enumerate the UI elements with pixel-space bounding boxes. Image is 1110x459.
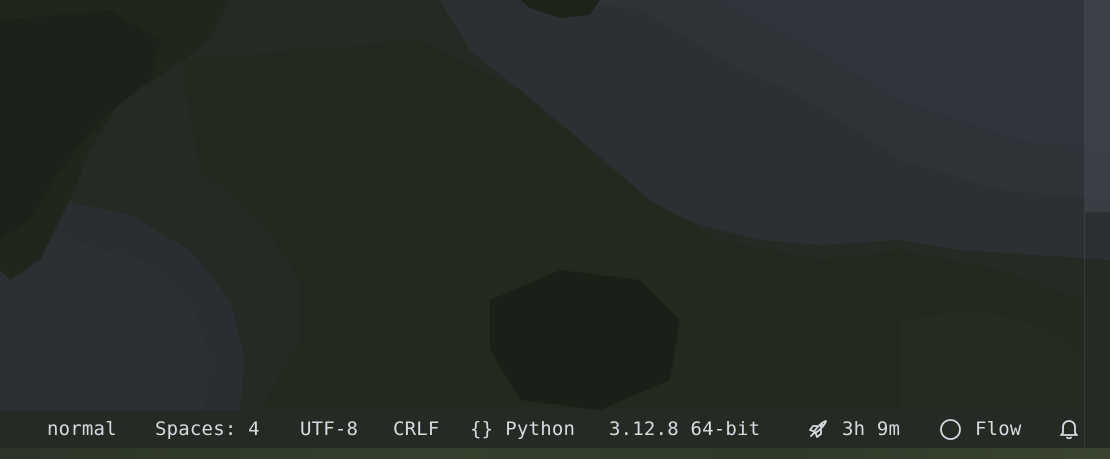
line-ending-label: CRLF — [393, 418, 440, 440]
indentation-selector[interactable]: Spaces: 4 — [155, 410, 260, 448]
python-interpreter-selector[interactable]: 3.12.8 64-bit — [609, 410, 760, 448]
scrollbar-thumb[interactable] — [1084, 0, 1110, 212]
status-bar: normal Spaces: 4 UTF-8 CRLF {} Python 3.… — [0, 410, 1110, 448]
flow-label: Flow — [975, 418, 1022, 440]
flow-toggle[interactable]: Flow — [939, 410, 1022, 448]
interpreter-label: 3.12.8 64-bit — [609, 418, 761, 440]
timer-label: 3h 9m — [842, 418, 901, 440]
vim-mode-indicator[interactable]: normal — [47, 410, 117, 448]
language-label: Python — [505, 418, 576, 440]
braces-icon: {} — [470, 418, 494, 440]
encoding-selector[interactable]: UTF-8 — [300, 410, 358, 448]
encoding-label: UTF-8 — [300, 418, 359, 440]
editor-window: normal Spaces: 4 UTF-8 CRLF {} Python 3.… — [0, 0, 1110, 459]
editor-background-wallpaper — [0, 0, 1110, 459]
session-timer[interactable]: 3h 9m — [806, 410, 900, 448]
vim-mode-label: normal — [47, 418, 117, 440]
language-mode-selector[interactable]: {} Python — [470, 410, 575, 448]
rocket-icon — [806, 417, 830, 441]
circle-icon — [939, 418, 962, 441]
notifications-button[interactable] — [1057, 410, 1081, 448]
bell-icon — [1057, 417, 1081, 441]
indentation-label: Spaces: 4 — [155, 418, 260, 440]
line-ending-selector[interactable]: CRLF — [393, 410, 440, 448]
bottom-edge-strip — [0, 448, 1110, 459]
